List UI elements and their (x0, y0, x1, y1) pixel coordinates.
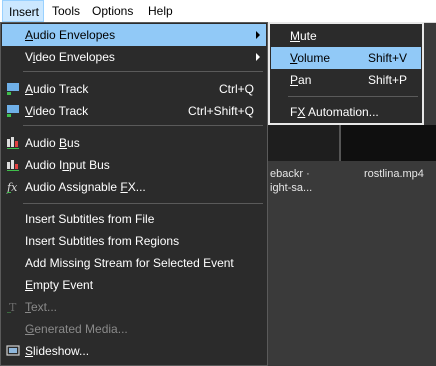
menu-item-label: Empty Event (25, 278, 94, 292)
submenu-item-label: Mute (290, 29, 317, 43)
menu-item-label: Audio Envelopes (25, 28, 116, 42)
audio-envelopes-submenu: Mute Volume Shift+V Pan Shift+P FX Autom… (268, 22, 424, 125)
clip-name-left-2: ight-sa... (270, 182, 313, 194)
menu-insert-label: Insert (9, 5, 40, 19)
menu-item-text: T Text... (2, 296, 266, 318)
menu-insert[interactable]: Insert (2, 0, 44, 22)
clip-name-right[interactable]: rostlina.mp4 (364, 168, 424, 180)
menu-help-label: Help (148, 4, 173, 18)
menu-separator (23, 71, 263, 72)
shortcut-label: Shift+V (367, 51, 407, 65)
menu-separator (23, 125, 263, 126)
menu-item-label: Audio Bus (25, 136, 80, 150)
fx-icon: fx (6, 180, 21, 194)
menu-separator (23, 203, 263, 204)
shortcut-label: Ctrl+Q (218, 82, 254, 96)
submenu-item-label: FX Automation... (290, 105, 379, 119)
menu-item-label: Add Missing Stream for Selected Event (25, 256, 234, 270)
menu-item-label: Insert Subtitles from File (25, 212, 155, 226)
menu-item-add-missing-stream[interactable]: Add Missing Stream for Selected Event (2, 252, 266, 274)
audio-bus-icon (6, 136, 21, 150)
menu-help[interactable]: Help (148, 0, 173, 22)
submenu-separator (288, 96, 418, 97)
clip-name-left[interactable]: ebackr · (270, 168, 310, 180)
video-track-icon (6, 104, 21, 118)
menu-item-generated-media: Generated Media... (2, 318, 266, 340)
menu-item-slideshow[interactable]: Slideshow... (2, 340, 266, 362)
menu-item-empty-event[interactable]: Empty Event (2, 274, 266, 296)
menu-item-label: Slideshow... (25, 344, 90, 358)
submenu-arrow-icon (256, 53, 260, 61)
shortcut-label: Shift+P (367, 73, 407, 87)
menu-item-audio-assignable-fx[interactable]: fx Audio Assignable FX... (2, 176, 266, 198)
menu-tools-label: Tools (52, 4, 81, 18)
text-icon: T (6, 300, 21, 314)
submenu-arrow-icon (256, 31, 260, 39)
menu-tools[interactable]: Tools (52, 0, 80, 22)
submenu-item-label: Pan (290, 73, 312, 87)
menu-item-label: Audio Track (25, 82, 89, 96)
submenu-item-label: Volume (290, 51, 331, 65)
slideshow-icon (6, 344, 21, 358)
audio-track-icon (6, 82, 21, 96)
menu-item-label: Insert Subtitles from Regions (25, 234, 180, 248)
menu-bar: Insert Tools Options Help (0, 0, 436, 23)
menu-item-label: Audio Assignable FX... (25, 180, 146, 194)
menu-item-video-track[interactable]: Video Track Ctrl+Shift+Q (2, 100, 266, 122)
audio-input-bus-icon (6, 158, 21, 172)
submenu-item-volume[interactable]: Volume Shift+V (271, 47, 421, 69)
submenu-item-mute[interactable]: Mute (271, 25, 421, 47)
menu-item-audio-input-bus[interactable]: Audio Input Bus (2, 154, 266, 176)
submenu-item-pan[interactable]: Pan Shift+P (271, 69, 421, 91)
menu-item-audio-envelopes[interactable]: Audio Envelopes (2, 24, 266, 46)
preview-thumbnail (339, 125, 436, 161)
submenu-item-fx-automation[interactable]: FX Automation... (271, 101, 421, 123)
menu-item-label: Video Envelopes (25, 50, 115, 64)
menu-item-label: Generated Media... (25, 322, 128, 336)
menu-item-label: Text... (25, 300, 58, 314)
menu-item-insert-subtitles-regions[interactable]: Insert Subtitles from Regions (2, 230, 266, 252)
menu-item-label: Audio Input Bus (25, 158, 110, 172)
menu-options[interactable]: Options (92, 0, 133, 22)
menu-item-label: Video Track (25, 104, 89, 118)
menu-item-audio-bus[interactable]: Audio Bus (2, 132, 266, 154)
menu-item-insert-subtitles-file[interactable]: Insert Subtitles from File (2, 208, 266, 230)
menu-item-audio-track[interactable]: Audio Track Ctrl+Q (2, 78, 266, 100)
shortcut-label: Ctrl+Shift+Q (187, 104, 254, 118)
menu-options-label: Options (92, 4, 134, 18)
insert-menu: Audio Envelopes Video Envelopes Audio Tr… (0, 22, 268, 366)
menu-item-video-envelopes[interactable]: Video Envelopes (2, 46, 266, 68)
